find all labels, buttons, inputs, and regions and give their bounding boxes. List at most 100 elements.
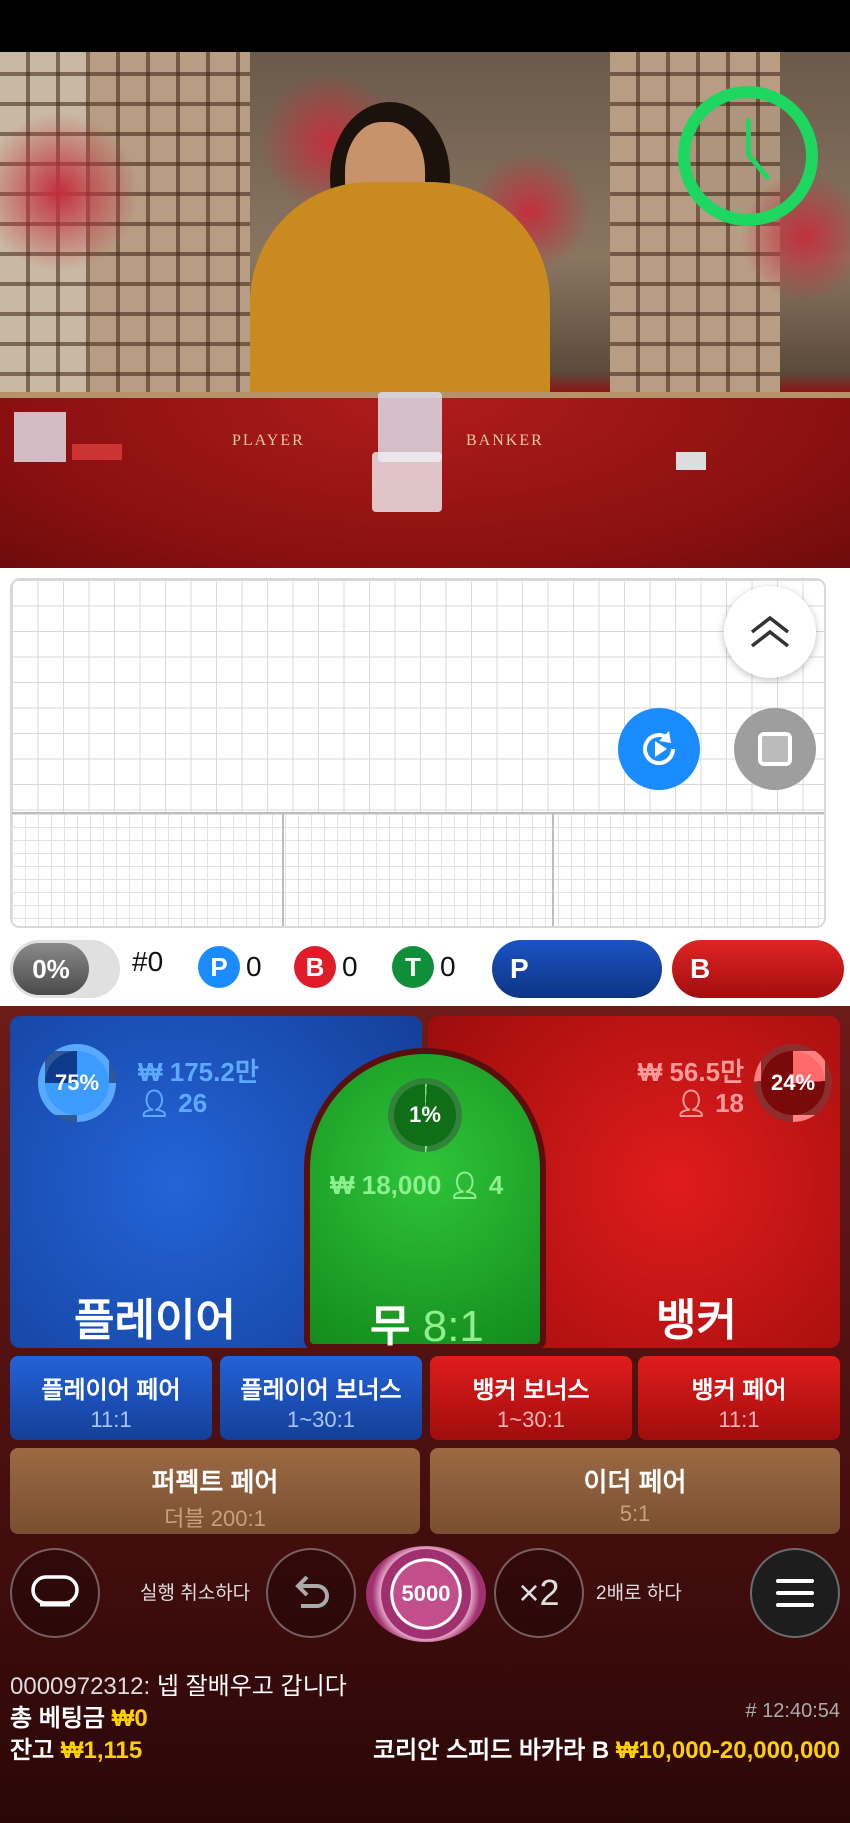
tie-badge: T (392, 946, 434, 988)
tie-bet-info: ₩ 18,000 👤︎ 4 (330, 1170, 503, 1201)
side-bet-odds: 1~30:1 (497, 1407, 565, 1432)
player-badge: P (198, 946, 240, 988)
round-count: #0 (132, 946, 163, 978)
double-label: 2배로 하다 (596, 1583, 682, 1604)
dealer (250, 182, 550, 412)
tie-bet-percent-ring: 1% (388, 1078, 462, 1152)
gold-bet-odds: 더블 200:1 (164, 1506, 266, 1531)
predict-banker-label: B (690, 953, 711, 984)
user-icon: 👤︎ (448, 1170, 482, 1200)
percent-value: 0% (13, 943, 89, 995)
tie-bet-amount: ₩ 18,000 (330, 1170, 442, 1200)
table-name: 코리안 스피드 바카라 B (373, 1737, 610, 1764)
tie-bet-user-count: 4 (488, 1170, 504, 1200)
chat-button[interactable] (10, 1548, 100, 1638)
timer-hand (746, 118, 751, 158)
square-icon (758, 732, 792, 766)
banker-win-count: B 0 (294, 946, 358, 988)
user-icon: 👤︎ (138, 1088, 172, 1118)
either-pair-bet[interactable]: 이더 페어 5:1 (430, 1448, 840, 1534)
hamburger-menu-icon (776, 1579, 814, 1607)
player-win-count: P 0 (198, 946, 262, 988)
banker-bet-amount: ₩ 56.5만 (637, 1057, 744, 1087)
replay-icon (643, 731, 675, 765)
road-divider (12, 812, 824, 814)
side-bet-label: 뱅커 보너스 (472, 1377, 590, 1404)
balance: 잔고 ₩1,115 (10, 1730, 142, 1765)
gold-bet-odds: 5:1 (619, 1501, 651, 1526)
side-bet-odds: 11:1 (718, 1407, 760, 1432)
side-bet-label: 뱅커 페어 (691, 1377, 787, 1404)
banker-bonus-bet[interactable]: 뱅커 보너스 1~30:1 (430, 1356, 632, 1440)
side-bet-label: 플레이어 페어 (41, 1377, 181, 1404)
chat-bubble-icon (31, 1575, 79, 1607)
gold-bet-label: 이더 페어 (583, 1467, 687, 1497)
tie-bet-odds: 8:1 (422, 1302, 484, 1351)
road-stats-bar: 0% #0 P 0 B 0 T 0 P B (0, 932, 850, 1006)
card-holder (14, 412, 66, 462)
player-bonus-bet[interactable]: 플레이어 보너스 1~30:1 (220, 1356, 422, 1440)
player-pair-bet[interactable]: 플레이어 페어 11:1 (10, 1356, 212, 1440)
banker-count-value: 0 (342, 951, 358, 982)
double-button[interactable]: ×2 (494, 1548, 584, 1638)
table-label-player: PLAYER (232, 432, 305, 449)
card-marker (676, 452, 706, 470)
table-limits: ₩10,000-20,000,000 (615, 1737, 840, 1764)
chip-value: 5000 (401, 1581, 451, 1606)
replay-button[interactable] (618, 708, 700, 790)
tie-bet-title: 무 8:1 (370, 1290, 484, 1354)
banker-pair-bet[interactable]: 뱅커 페어 11:1 (638, 1356, 840, 1440)
balance-value: ₩1,115 (60, 1737, 143, 1764)
player-count-value: 0 (246, 951, 262, 982)
card-shoe-base (372, 452, 442, 512)
table-label-banker: BANKER (466, 432, 544, 449)
road-divider (282, 812, 284, 926)
road-map-panel (0, 568, 850, 932)
tie-bet-label: 무 (370, 1302, 411, 1351)
tie-bet-spot[interactable]: 1% ₩ 18,000 👤︎ 4 무 8:1 (304, 1048, 546, 1351)
derived-roads (12, 814, 824, 926)
total-bet: 총 베팅금 ₩0 (10, 1698, 148, 1733)
player-bet-label: 플레이어 (74, 1296, 236, 1345)
double-chevron-up-icon (750, 615, 790, 648)
fullscreen-button[interactable] (734, 708, 816, 790)
player-bet-percent: 75% (54, 1070, 100, 1095)
tie-bet-percent: 1% (409, 1102, 441, 1127)
chat-user-id: 0000972312: (10, 1673, 151, 1700)
card-marker (72, 444, 122, 460)
table-info: 코리안 스피드 바카라 B ₩10,000-20,000,000 (373, 1730, 840, 1765)
predict-banker-button[interactable]: B (672, 940, 844, 998)
tie-count: T 0 (392, 946, 456, 988)
road-map-grid[interactable] (10, 578, 826, 928)
bet-timer-icon (678, 86, 818, 226)
banker-bet-label: 뱅커 (656, 1296, 737, 1345)
expand-up-button[interactable] (724, 586, 816, 678)
chat-message: 0000972312: 넵 잘배우고 갑니다 (10, 1666, 347, 1701)
percent-toggle[interactable]: 0% (10, 940, 120, 998)
timer-hand (747, 154, 771, 181)
player-bet-percent-ring: 75% (38, 1044, 116, 1122)
round-timestamp: # 12:40:54 (745, 1700, 840, 1722)
user-icon: 👤︎ (674, 1088, 708, 1118)
predict-player-button[interactable]: P (492, 940, 662, 998)
undo-arrow-icon (295, 1575, 329, 1608)
total-bet-value: ₩0 (111, 1705, 148, 1732)
banker-badge: B (294, 946, 336, 988)
chat-text: 넵 잘배우고 갑니다 (150, 1673, 347, 1700)
undo-button[interactable] (266, 1548, 356, 1638)
menu-button[interactable] (750, 1548, 840, 1638)
round-count-value: #0 (132, 946, 164, 977)
side-bet-odds: 1~30:1 (287, 1407, 355, 1432)
balance-label: 잔고 (10, 1737, 55, 1764)
top-status-bar (0, 0, 850, 52)
total-bet-label: 총 베팅금 (10, 1705, 105, 1732)
player-bet-users: 👤︎ 26 (138, 1088, 207, 1119)
banker-bet-percent: 24% (770, 1070, 816, 1095)
perfect-pair-bet[interactable]: 퍼펙트 페어 더블 200:1 (10, 1448, 420, 1534)
road-divider (552, 812, 554, 926)
gold-bet-label: 퍼펙트 페어 (151, 1467, 279, 1497)
double-symbol: ×2 (518, 1572, 560, 1613)
chip-selector[interactable]: 5000 (366, 1546, 486, 1642)
player-bet-amount: ₩ 175.2만 (138, 1057, 259, 1087)
player-bet-user-count: 26 (178, 1088, 208, 1118)
